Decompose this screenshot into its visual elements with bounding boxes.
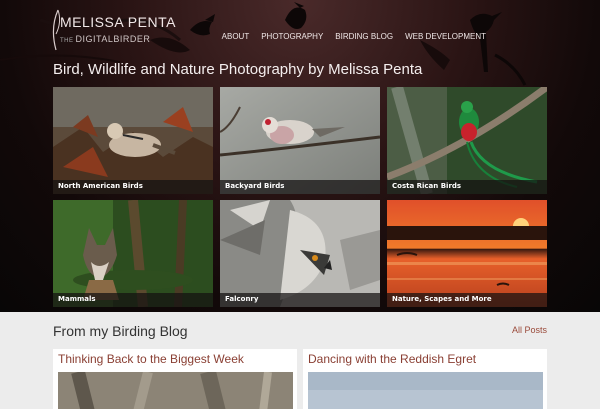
gallery-caption-text: Backyard Birds <box>225 182 285 190</box>
gallery-tile-backyard-birds[interactable]: Backyard Birds <box>220 87 380 194</box>
gallery-tile-costa-rican-birds[interactable]: Costa Rican Birds <box>387 87 547 194</box>
gallery-caption: Falconry <box>220 293 380 307</box>
page-headline: Bird, Wildlife and Nature Photography by… <box>53 61 423 78</box>
blog-post-thumbnail <box>58 372 293 409</box>
blog-post-title[interactable]: Dancing with the Reddish Egret <box>308 352 476 366</box>
logo-subtitle-text: DIGITALBIRDER <box>75 34 151 44</box>
logo-subtitle: THE DIGITALBIRDER <box>60 34 150 44</box>
blog-post-card[interactable]: Dancing with the Reddish Egret <box>303 349 547 409</box>
blog-post-title[interactable]: Thinking Back to the Biggest Week <box>58 352 244 366</box>
nav-web-development[interactable]: WEB DEVELOPMENT <box>405 32 486 41</box>
nav-about[interactable]: ABOUT <box>222 32 250 41</box>
gallery-caption-text: North American Birds <box>58 182 143 190</box>
gallery-image <box>387 87 547 194</box>
blog-post-thumbnail <box>308 372 543 409</box>
gallery-tile-nature-scapes[interactable]: Nature, Scapes and More <box>387 200 547 307</box>
gallery-caption-text: Nature, Scapes and More <box>392 295 492 303</box>
gallery-caption: Costa Rican Birds <box>387 180 547 194</box>
gallery-caption: North American Birds <box>53 180 213 194</box>
gallery-caption-text: Costa Rican Birds <box>392 182 462 190</box>
gallery-image <box>220 87 380 194</box>
gallery-tile-mammals[interactable]: Mammals <box>53 200 213 307</box>
gallery-caption: Backyard Birds <box>220 180 380 194</box>
hero-banner: MELISSA PENTA THE DIGITALBIRDER ABOUT PHO… <box>0 0 600 312</box>
gallery-caption-text: Mammals <box>58 295 96 303</box>
gallery-tile-north-american-birds[interactable]: North American Birds <box>53 87 213 194</box>
blog-section-title: From my Birding Blog <box>53 323 188 339</box>
site-logo[interactable]: MELISSA PENTA THE DIGITALBIRDER <box>50 8 180 52</box>
blog-post-card[interactable]: Thinking Back to the Biggest Week <box>53 349 297 409</box>
gallery-image <box>53 87 213 194</box>
photo-gallery: North American Birds Backyard Birds Cost… <box>53 87 547 307</box>
nav-birding-blog[interactable]: BIRDING BLOG <box>335 32 393 41</box>
gallery-caption: Nature, Scapes and More <box>387 293 547 307</box>
gallery-image <box>53 200 213 307</box>
main-nav: ABOUT PHOTOGRAPHY BIRDING BLOG WEB DEVEL… <box>222 32 486 41</box>
all-posts-link[interactable]: All Posts <box>512 325 547 335</box>
gallery-tile-falconry[interactable]: Falconry <box>220 200 380 307</box>
blog-section: From my Birding Blog All Posts Thinking … <box>0 312 600 409</box>
gallery-image <box>387 200 547 307</box>
logo-name: MELISSA PENTA <box>60 14 176 30</box>
logo-subtitle-prefix: THE <box>60 38 74 44</box>
gallery-caption: Mammals <box>53 293 213 307</box>
nav-photography[interactable]: PHOTOGRAPHY <box>261 32 323 41</box>
gallery-caption-text: Falconry <box>225 295 259 303</box>
gallery-image <box>220 200 380 307</box>
